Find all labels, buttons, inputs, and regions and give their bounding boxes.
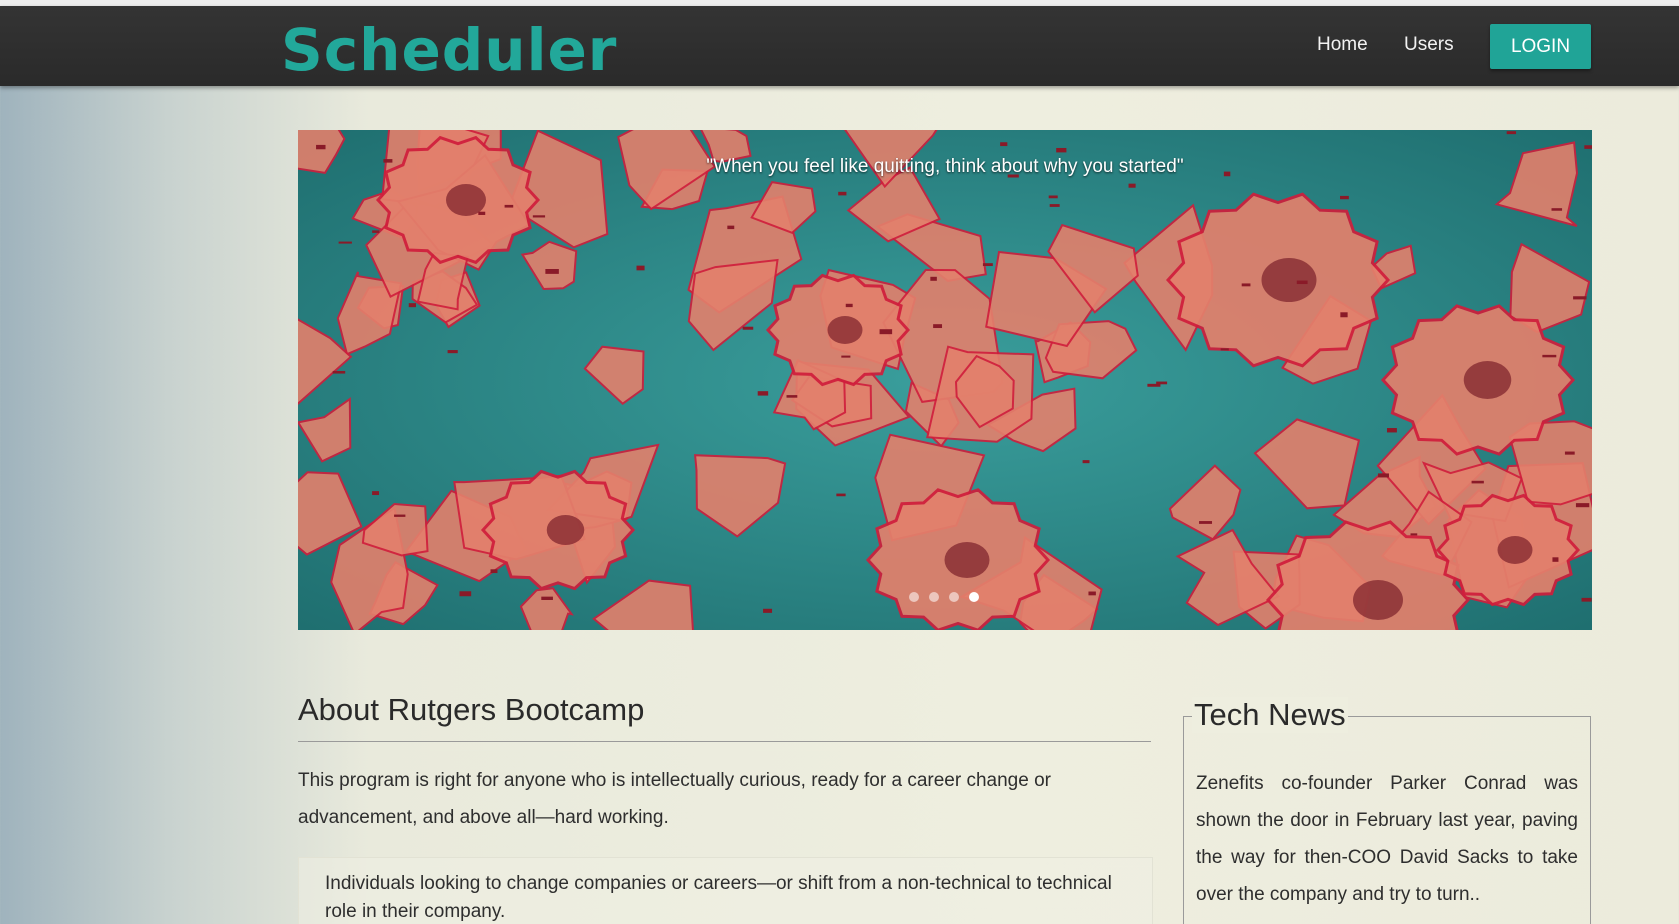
about-divider bbox=[298, 741, 1151, 742]
about-paragraph: This program is right for anyone who is … bbox=[298, 770, 1051, 828]
carousel-slide-image bbox=[298, 130, 1592, 630]
carousel-caption: "When you feel like quitting, think abou… bbox=[706, 156, 1184, 177]
about-blockquote: Individuals looking to change companies … bbox=[298, 857, 1153, 924]
navbar: Scheduler Home Users LOGIN bbox=[0, 6, 1679, 86]
about-heading: About Rutgers Bootcamp bbox=[298, 692, 645, 727]
login-button[interactable]: LOGIN bbox=[1490, 24, 1591, 69]
carousel-indicator[interactable] bbox=[929, 592, 939, 602]
about-blockquote-text: Individuals looking to change companies … bbox=[325, 873, 1112, 922]
carousel-indicator[interactable] bbox=[909, 592, 919, 602]
carousel-indicator[interactable] bbox=[969, 592, 979, 602]
tech-news-heading: Tech News bbox=[1192, 697, 1348, 733]
nav-link-users[interactable]: Users bbox=[1404, 34, 1454, 56]
nav-link-home[interactable]: Home bbox=[1317, 34, 1368, 56]
tech-news-text: Zenefits co-founder Parker Conrad was sh… bbox=[1196, 773, 1578, 905]
hero-carousel[interactable]: "When you feel like quitting, think abou… bbox=[298, 130, 1592, 630]
carousel-indicator[interactable] bbox=[949, 592, 959, 602]
tech-news-panel: Tech News Zenefits co-founder Parker Con… bbox=[1183, 697, 1591, 924]
carousel-indicators bbox=[909, 592, 979, 602]
brand-logo[interactable]: Scheduler bbox=[281, 16, 617, 84]
